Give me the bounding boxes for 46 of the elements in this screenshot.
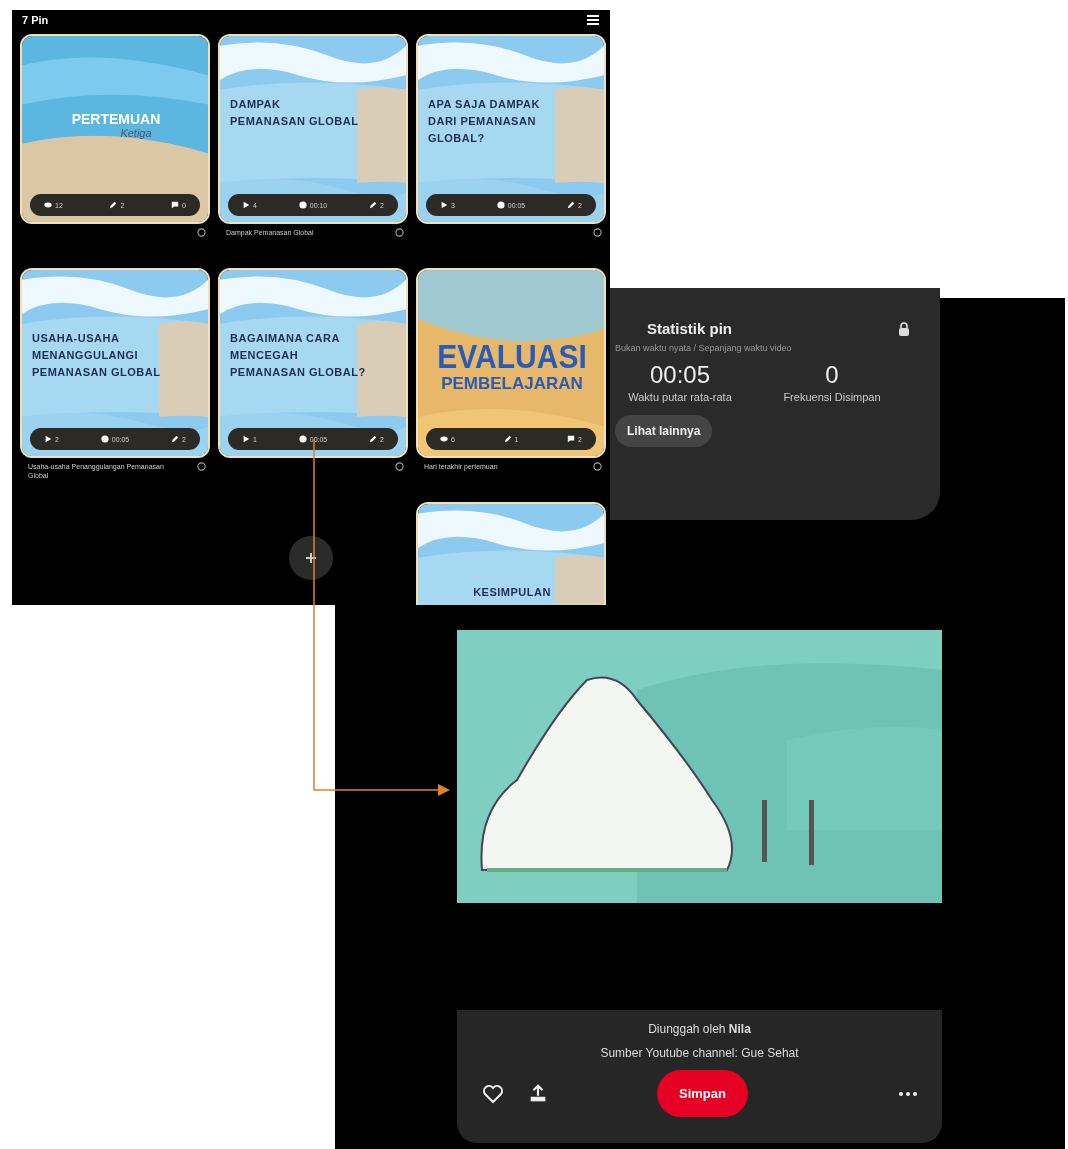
pin-title: PERTEMUAN [71, 111, 161, 127]
comment-icon [567, 435, 576, 443]
pencil-icon [171, 435, 180, 443]
eye-icon [440, 435, 448, 443]
filter-icon[interactable] [586, 14, 600, 26]
pin-title: DAMPAK PEMANASAN GLOBAL [230, 97, 360, 130]
lock-icon [898, 321, 910, 336]
pin-count: 7 Pin [22, 14, 49, 26]
play-icon [44, 435, 52, 443]
pin-title: EVALUASI [437, 338, 587, 376]
source-text: Sumber Youtube channel: Gue Sehat [600, 1046, 799, 1060]
play-icon [242, 201, 250, 209]
see-more-button[interactable]: Lihat lainnya [615, 415, 713, 447]
info-icon[interactable] [395, 228, 404, 237]
comment-icon [171, 201, 180, 209]
pencil-icon [109, 201, 118, 209]
save-button[interactable]: Simpan [657, 1070, 748, 1117]
info-icon[interactable] [593, 228, 602, 237]
metric-value: 00:05 [649, 361, 711, 389]
info-icon[interactable] [197, 228, 206, 237]
plus-icon [305, 552, 317, 564]
pin-card[interactable]: KESIMPULAN [416, 502, 606, 605]
metric-label: Waktu putar rata-rata [628, 391, 732, 403]
pencil-icon [503, 435, 512, 443]
pencil-icon [369, 435, 378, 443]
pin-subtitle: Ketiga [120, 127, 152, 139]
eye-icon [44, 201, 52, 209]
pin-title: KESIMPULAN [473, 585, 551, 600]
more-icon[interactable] [898, 1090, 918, 1097]
pin-subtitle: PEMBELAJARAN [441, 374, 583, 394]
info-icon[interactable] [197, 462, 206, 471]
info-icon[interactable] [593, 462, 602, 471]
stats-title: Statistik pin [647, 320, 732, 337]
metric-label: Frekuensi Disimpan [783, 391, 881, 403]
info-icon[interactable] [395, 462, 404, 471]
pin-title: APA SAJA DAMPAK DARI PEMANASAN GLOBAL? [428, 97, 541, 147]
pin-title: BAGAIMANA CARA MENCEGAH PEMANASAN GLOBAL? [230, 331, 367, 381]
play-icon [242, 435, 250, 443]
add-button[interactable] [289, 536, 333, 580]
pin-title: USAHA-USAHA MENANGGULANGI PEMANASAN GLOBAL [32, 331, 162, 381]
pencil-icon [567, 201, 576, 209]
pencil-icon [369, 201, 378, 209]
metric-value: 0 [825, 361, 839, 389]
stats-note: Bukan waktu nyata / Sepanjang waktu video [615, 343, 793, 353]
play-icon [440, 201, 448, 209]
uploader-text: Diunggah oleh Nila [648, 1022, 751, 1036]
